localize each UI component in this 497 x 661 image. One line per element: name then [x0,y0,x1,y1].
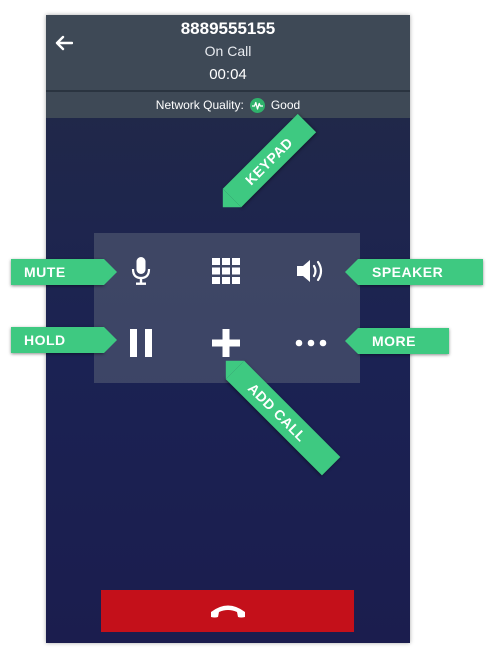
more-callout-label: MORE [372,333,416,349]
speaker-callout-label: SPEAKER [372,264,444,280]
network-quality-value: Good [270,98,301,112]
pause-icon [130,329,152,357]
speaker-callout: SPEAKER [345,259,483,285]
call-header: 8889555155 On Call 00:04 [46,15,410,90]
phone-hangup-icon [210,605,245,618]
more-button[interactable] [286,321,336,365]
hold-callout-label: HOLD [24,332,66,348]
signal-wave-icon [249,97,265,113]
speaker-icon [297,260,323,282]
network-quality-label: Network Quality: [155,98,244,112]
end-call-button[interactable] [101,590,354,632]
call-timer: 00:04 [209,66,247,83]
microphone-icon [131,257,151,285]
hold-callout: HOLD [11,327,117,353]
keypad-button[interactable] [201,249,251,293]
caller-number: 8889555155 [180,19,276,38]
keypad-grid-icon [212,258,240,284]
add-call-button[interactable] [201,321,251,365]
call-status: On Call [204,43,252,59]
mute-callout: MUTE [11,259,117,285]
network-quality-bar: Network Quality: Good [46,92,410,118]
mute-button[interactable] [116,249,166,293]
speaker-button[interactable] [286,249,336,293]
more-callout: MORE [345,328,449,354]
more-dots-icon [295,339,327,347]
hold-button[interactable] [116,321,166,365]
mute-callout-label: MUTE [24,264,66,280]
